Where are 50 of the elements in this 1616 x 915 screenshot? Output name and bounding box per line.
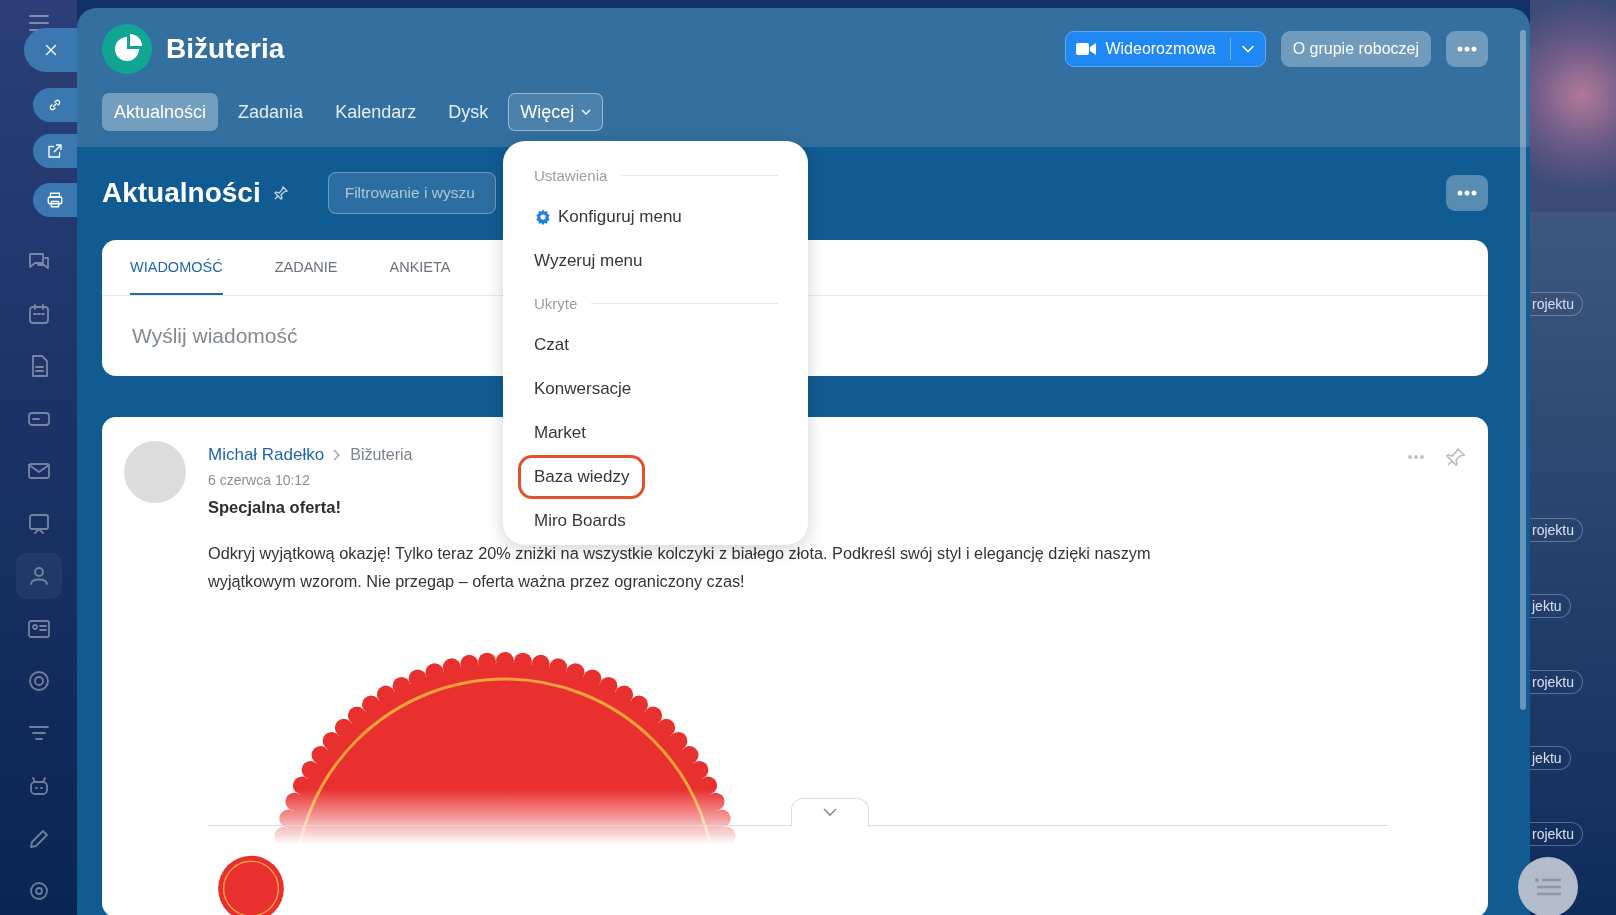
more-icon [1457,190,1477,196]
menu-section-label: Ukryte [534,294,578,312]
nav-tab[interactable]: Aktualności [102,93,219,131]
external-link-icon [46,142,64,160]
page-heading: Aktualności [102,177,261,209]
post-date: 6 czerwca 10:12 [208,471,310,490]
settings-icon [534,208,552,226]
camera-icon [1076,42,1097,56]
menu-item[interactable]: Baza wiedzy [518,455,646,499]
close-button[interactable] [24,28,77,72]
target-icon [26,669,51,694]
calendar-icon [26,301,51,326]
menu-item[interactable]: Wyzeruj menu [518,239,659,283]
chevron-down-icon [823,808,837,818]
nav-tab[interactable]: Zadania [226,93,316,131]
composer-tab[interactable]: ANKIETA [389,240,451,295]
more-icon [1457,46,1477,52]
nav-tab[interactable]: Kalendarz [323,93,429,131]
pin-icon[interactable] [272,185,289,201]
list-icon [1535,878,1561,896]
post-text: Odkryj wyjątkową okazję! Tylko teraz 20% zniżki na wszystkie kolczyki z białego złota. Podkreśl swój styl i elegancję dzięki naszym wyjątkowym wzorom. Nie przegap – oferta ważna przez ograniczony czas! [208,543,1152,593]
menu-item[interactable]: Market [518,411,602,455]
presentation-icon [26,511,51,536]
menu-item[interactable]: Czat [518,323,585,367]
print-icon [46,191,64,209]
composer-tab[interactable]: WIADOMOŚĆ [130,240,223,295]
chevron-icon [333,448,342,461]
about-group-button[interactable]: O grupie roboczej [1280,31,1431,67]
menu-item[interactable]: Konfiguruj menu [518,195,698,239]
composer-tab[interactable]: ZADANIE [274,240,338,295]
more-button[interactable] [1446,31,1488,67]
print-button[interactable] [33,183,77,217]
destination-link[interactable]: Bižuteria [350,445,413,464]
sidebar-item[interactable] [15,553,62,600]
logo-icon [102,24,152,74]
post-title: Specjalna oferta! [208,496,341,518]
nav-tab[interactable]: Dysk [436,93,501,131]
video-call-button[interactable]: Wideorozmowa [1065,31,1266,67]
more-button[interactable] [1446,175,1488,211]
menu-section-label: Ustawienia [534,166,608,184]
menu-item[interactable]: Miro Boards [518,499,642,543]
caret-icon [1240,44,1255,54]
menu-item[interactable]: Konwersacje [518,367,648,411]
author-link[interactable]: Michał Radełko [208,444,325,465]
nav-tab[interactable]: Więcej [508,93,604,131]
group-title: Bižuteria [166,33,285,65]
open-button[interactable] [33,134,77,168]
caret-icon [581,108,592,116]
scrollbar[interactable] [1520,30,1526,710]
link-button[interactable] [33,88,77,122]
